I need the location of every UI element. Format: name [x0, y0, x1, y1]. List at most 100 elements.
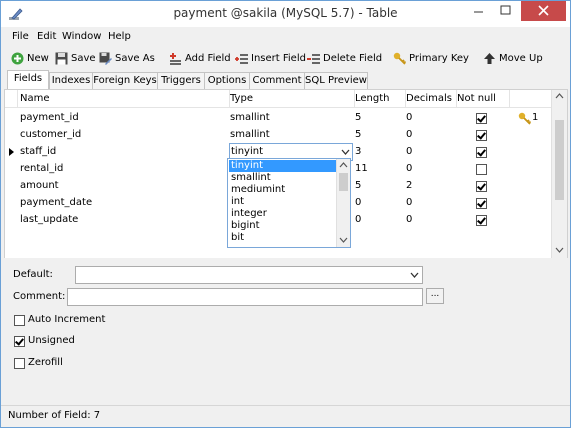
- field-length[interactable]: 3: [355, 144, 361, 160]
- type-option[interactable]: mediumint: [229, 184, 337, 196]
- field-length[interactable]: 0: [355, 195, 361, 211]
- column-header-type[interactable]: Type: [229, 90, 355, 108]
- field-length[interactable]: 11: [355, 161, 368, 177]
- field-decimals[interactable]: 2: [406, 178, 412, 194]
- field-properties-panel: Default: Comment: ... Auto Increment Uns…: [1, 258, 570, 405]
- column-header-length[interactable]: Length: [354, 90, 406, 108]
- tab-indexes[interactable]: Indexes: [49, 72, 93, 89]
- field-type[interactable]: smallint: [230, 127, 270, 143]
- tab-foreign-keys[interactable]: Foreign Keys: [92, 72, 158, 89]
- comment-edit-button[interactable]: ...: [426, 288, 444, 304]
- insert-field-label: Insert Field: [251, 52, 306, 64]
- not-null-checkbox[interactable]: [476, 113, 487, 124]
- zerofill-checkbox[interactable]: [14, 358, 25, 369]
- plus-circle-icon: [11, 52, 24, 64]
- not-null-checkbox[interactable]: [476, 198, 487, 209]
- scroll-thumb[interactable]: [555, 120, 564, 200]
- grid-vertical-scrollbar[interactable]: [551, 90, 567, 258]
- delete-field-label: Delete Field: [323, 52, 383, 64]
- tab-comment[interactable]: Comment: [249, 72, 305, 89]
- delete-field-icon: [307, 53, 320, 64]
- comment-label: Comment:: [13, 291, 66, 302]
- titlebar: payment @sakila (MySQL 5.7) - Table: [1, 1, 570, 27]
- not-null-checkbox[interactable]: [476, 164, 487, 175]
- field-name[interactable]: last_update: [20, 212, 78, 228]
- scroll-down-arrow-icon[interactable]: [339, 237, 348, 243]
- field-length[interactable]: 0: [355, 212, 361, 228]
- save-as-icon: [99, 52, 112, 65]
- key-position: 1: [532, 112, 539, 123]
- close-button[interactable]: [521, 1, 566, 21]
- chevron-down-icon: [410, 272, 419, 278]
- not-null-checkbox[interactable]: [476, 181, 487, 192]
- field-name[interactable]: amount: [20, 178, 59, 194]
- minimize-button[interactable]: [465, 1, 492, 21]
- comment-field[interactable]: [67, 288, 423, 306]
- field-name[interactable]: customer_id: [20, 127, 81, 143]
- tab-sql-preview[interactable]: SQL Preview: [304, 72, 368, 89]
- type-option[interactable]: int: [229, 196, 337, 208]
- column-header-not-null[interactable]: Not null: [456, 90, 510, 108]
- field-length[interactable]: 5: [355, 178, 361, 194]
- menu-window[interactable]: Window: [62, 31, 101, 42]
- maximize-icon: [500, 5, 511, 15]
- save-as-button[interactable]: Save As: [99, 50, 155, 66]
- not-null-checkbox[interactable]: [476, 215, 487, 226]
- arrow-up-icon: [484, 52, 495, 64]
- primary-key-button[interactable]: Primary Key: [393, 50, 469, 66]
- add-field-button[interactable]: Add Field: [169, 50, 231, 66]
- menu-edit[interactable]: Edit: [37, 31, 56, 42]
- tab-options[interactable]: Options: [204, 72, 250, 89]
- field-name[interactable]: payment_id: [20, 110, 79, 126]
- field-name[interactable]: payment_date: [20, 195, 92, 211]
- move-up-label: Move Up: [499, 52, 543, 64]
- tab-triggers[interactable]: Triggers: [157, 72, 205, 89]
- row-header-corner: [5, 90, 18, 108]
- scroll-thumb[interactable]: [339, 173, 348, 191]
- maximize-button[interactable]: [492, 1, 519, 21]
- tab-fields[interactable]: Fields: [7, 70, 49, 90]
- field-decimals[interactable]: 0: [406, 127, 412, 143]
- tab-bar: Fields Indexes Foreign Keys Triggers Opt…: [1, 70, 570, 90]
- save-button[interactable]: Save: [55, 50, 96, 66]
- auto-increment-checkbox[interactable]: [14, 315, 25, 326]
- field-decimals[interactable]: 0: [406, 212, 412, 228]
- type-option[interactable]: bigint: [229, 220, 337, 232]
- type-option[interactable]: bit: [229, 232, 337, 244]
- field-decimals[interactable]: 0: [406, 110, 412, 126]
- insert-field-button[interactable]: Insert Field: [235, 50, 306, 66]
- column-header-name[interactable]: Name: [18, 90, 230, 108]
- auto-increment-label: Auto Increment: [28, 314, 106, 325]
- field-length[interactable]: 5: [355, 110, 361, 126]
- field-type[interactable]: smallint: [230, 110, 270, 126]
- type-option[interactable]: tinyint: [229, 160, 337, 172]
- not-null-checkbox[interactable]: [476, 130, 487, 141]
- menu-file[interactable]: File: [12, 31, 29, 42]
- field-decimals[interactable]: 0: [406, 144, 412, 160]
- scroll-up-arrow-icon[interactable]: [339, 162, 348, 168]
- field-name[interactable]: staff_id: [20, 144, 56, 160]
- field-length[interactable]: 5: [355, 127, 361, 143]
- scroll-up-arrow-icon[interactable]: [555, 93, 564, 99]
- scroll-down-arrow-icon[interactable]: [555, 247, 564, 253]
- type-option[interactable]: integer: [229, 208, 337, 220]
- field-decimals[interactable]: 0: [406, 161, 412, 177]
- move-up-button[interactable]: Move Up: [483, 50, 543, 66]
- default-combobox[interactable]: [75, 266, 423, 284]
- menu-help[interactable]: Help: [108, 31, 131, 42]
- delete-field-button[interactable]: Delete Field: [307, 50, 382, 66]
- menubar: File Edit Window Help: [1, 28, 570, 46]
- toolbar: New Save Save As Add Field Insert Field …: [1, 47, 570, 69]
- floppy-disk-icon: [55, 52, 68, 64]
- column-header-key: [509, 90, 552, 108]
- column-header-decimals[interactable]: Decimals: [405, 90, 457, 108]
- field-decimals[interactable]: 0: [406, 195, 412, 211]
- dropdown-scrollbar[interactable]: [336, 159, 350, 247]
- unsigned-checkbox[interactable]: [14, 336, 25, 347]
- not-null-checkbox[interactable]: [476, 147, 487, 158]
- field-name[interactable]: rental_id: [20, 161, 63, 177]
- unsigned-label: Unsigned: [28, 335, 75, 346]
- type-option[interactable]: smallint: [229, 172, 337, 184]
- save-as-label: Save As: [115, 52, 155, 64]
- new-button[interactable]: New: [11, 50, 49, 66]
